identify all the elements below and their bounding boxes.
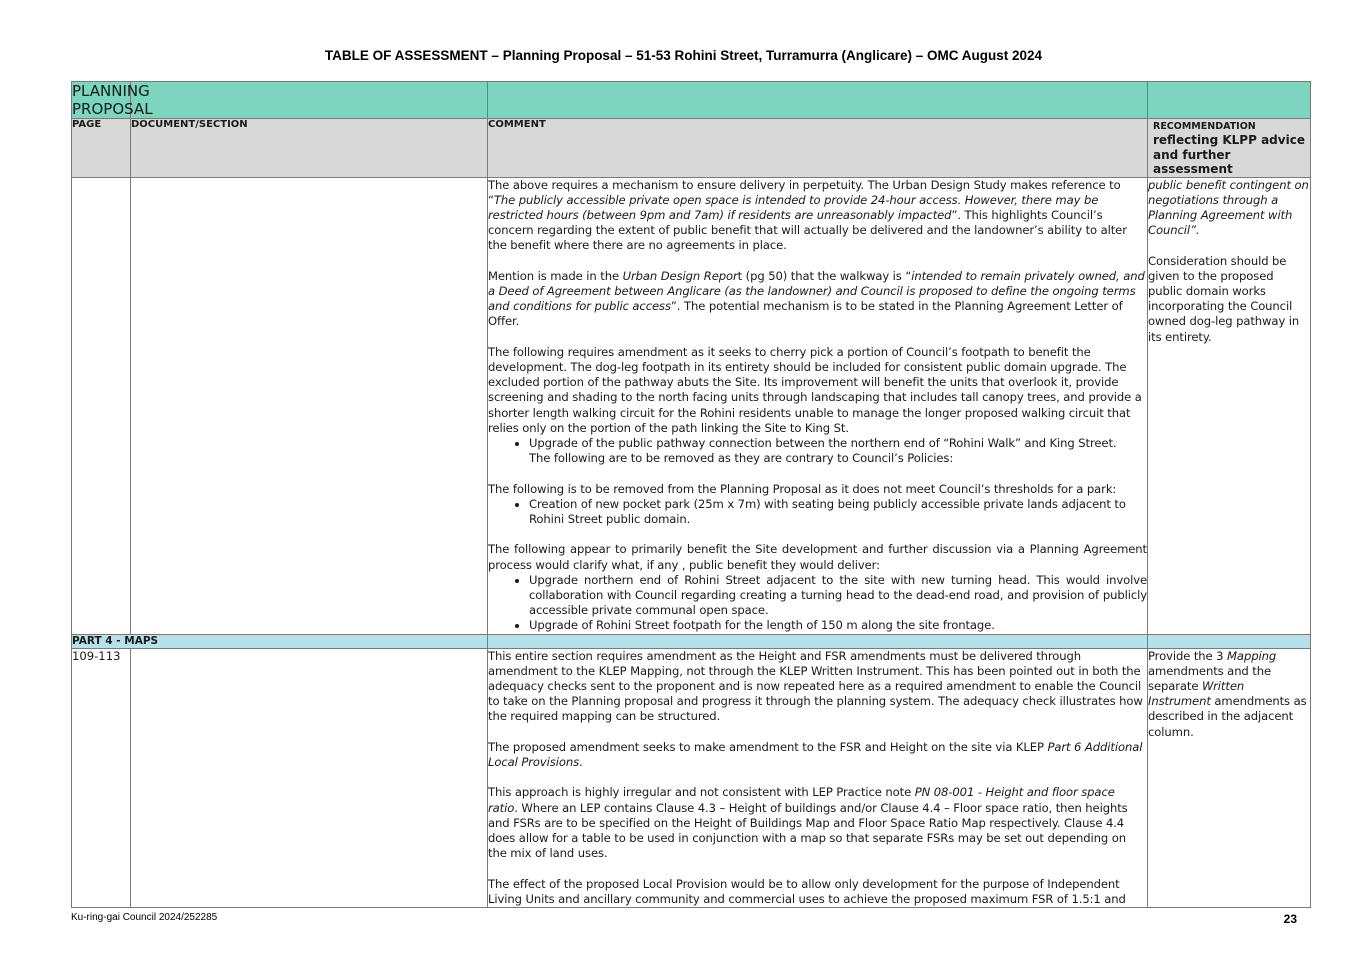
table-row: The above requires a mechanism to ensure…	[71, 176, 1311, 635]
document-reference: Ku-ring-gai Council 2024/252285	[71, 912, 218, 923]
column-header-document: DOCUMENT/SECTION	[130, 118, 488, 178]
comment-paragraph: The effect of the proposed Local Provisi…	[488, 876, 1126, 906]
planning-proposal-heading	[130, 81, 488, 119]
page-title: TABLE OF ASSESSMENT – Planning Proposal …	[324, 48, 1043, 63]
recommendation-cell: Provide the 3 Mapping amendments and the…	[1147, 647, 1311, 908]
document-cell	[130, 647, 488, 908]
planning-proposal-heading	[487, 81, 1148, 119]
comment-paragraph: This entire section requires amendment a…	[488, 648, 1143, 724]
bullet-list: Upgrade northern end of Rohini Street ad…	[488, 573, 1147, 634]
page-number: 23	[1283, 912, 1297, 926]
recommendation-header-line2: reflecting KLPP advice	[1153, 133, 1305, 147]
recommendation-cell: public benefit contingent on negotiation…	[1147, 176, 1311, 635]
list-item: Upgrade of Rohini Street footpath for th…	[529, 618, 1147, 633]
recommendation-header-line1: RECOMMENDATION	[1153, 121, 1256, 132]
comment-paragraph: The proposed amendment seeks to make ame…	[488, 739, 1143, 769]
recommendation-text: Consideration should be given to the pro…	[1148, 253, 1300, 344]
planning-proposal-heading: PLANNING PROPOSAL	[71, 81, 153, 119]
recommendation-text: Provide the 3 Mapping amendments and the…	[1148, 648, 1307, 739]
recommendation-header-line3: and further assessment	[1153, 147, 1233, 177]
comment-paragraph: Mention is made in the Urban Design Repo…	[488, 268, 1145, 329]
assessment-table: PLANNING PROPOSAL PAGE DOCUMENT/SECTION …	[71, 81, 1311, 908]
comment-paragraph: The above requires a mechanism to ensure…	[488, 177, 1127, 253]
table-row: 109-113 This entire section requires ame…	[71, 647, 1311, 908]
bullet-list: Creation of new pocket park (25m x 7m) w…	[488, 497, 1147, 527]
bullet-list: Upgrade of the public pathway connection…	[488, 436, 1147, 451]
recommendation-text: public benefit contingent on negotiation…	[1148, 177, 1309, 238]
part4-heading	[487, 633, 1148, 649]
document-cell	[130, 176, 488, 635]
list-item: Creation of new pocket park (25m x 7m) w…	[529, 497, 1147, 527]
list-item: Upgrade of the public pathway connection…	[529, 436, 1147, 451]
comment-paragraph: The following are to be removed as they …	[529, 451, 954, 466]
column-header-page: PAGE	[71, 118, 131, 178]
comment-cell: This entire section requires amendment a…	[487, 647, 1148, 908]
comment-paragraph: This approach is highly irregular and no…	[488, 785, 1128, 861]
comment-cell: The above requires a mechanism to ensure…	[487, 176, 1148, 635]
planning-proposal-heading-empty	[1147, 81, 1311, 119]
page-cell	[71, 176, 131, 635]
column-header-recommendation: RECOMMENDATION reflecting KLPP advice an…	[1147, 118, 1311, 178]
part4-heading	[1147, 633, 1311, 649]
comment-paragraph: The following is to be removed from the …	[488, 481, 1117, 496]
part4-heading: PART 4 - MAPS	[71, 633, 488, 649]
column-header-comment: COMMENT	[487, 118, 1148, 178]
page-cell: 109-113	[71, 647, 131, 908]
column-header-row: PAGE DOCUMENT/SECTION COMMENT RECOMMENDA…	[71, 118, 1311, 178]
list-item: Upgrade northern end of Rohini Street ad…	[529, 573, 1147, 619]
planning-proposal-header-row: PLANNING PROPOSAL	[71, 81, 1311, 119]
part4-header-row: PART 4 - MAPS	[71, 633, 1311, 649]
comment-paragraph: The following appear to primarily benefi…	[488, 542, 1147, 572]
comment-paragraph: The following requires amendment as it s…	[488, 344, 1142, 435]
